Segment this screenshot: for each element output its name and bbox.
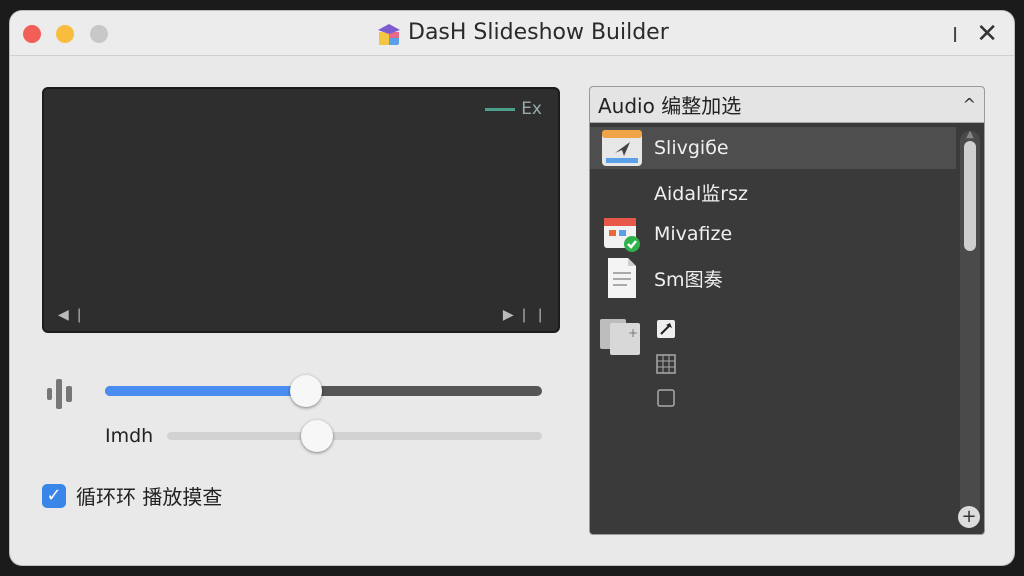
waveform-visualization	[47, 124, 557, 289]
volume-slider-fill	[105, 386, 307, 396]
close-window-button[interactable]	[23, 25, 41, 43]
waveform-legend: Ex	[485, 99, 542, 119]
audio-item[interactable]: Sm图奏	[590, 257, 956, 299]
audio-item-label: Slivgiбe	[654, 137, 729, 159]
add-audio-button[interactable]: +	[958, 506, 980, 528]
loop-label: 循环环 播放摸查	[76, 485, 223, 509]
scroll-up-icon[interactable]: ▲	[964, 129, 976, 140]
audio-item[interactable]: Mivafize	[590, 213, 956, 255]
folder-documents-icon: +	[600, 319, 640, 355]
audio-list-scrollbar[interactable]: ▲	[960, 129, 980, 517]
chevron-up-icon[interactable]: ^	[963, 95, 976, 114]
app-window: DasH Slideshow Builder I ✕ Ex ◀ ❘ ▶ ❘ ❘ …	[10, 11, 1014, 565]
audio-item[interactable]: Aidal监rsz	[590, 171, 956, 213]
titlebar: DasH Slideshow Builder I ✕	[10, 11, 1014, 56]
empty-square-icon[interactable]	[656, 388, 676, 408]
legend-line-icon	[485, 107, 516, 111]
grid-icon[interactable]	[656, 354, 676, 374]
volume-slider[interactable]	[105, 375, 542, 407]
play-icon[interactable]: ▶ ❘ ❘	[503, 307, 546, 323]
titlebar-separator: I	[952, 23, 958, 47]
scrollbar-thumb[interactable]	[964, 141, 976, 251]
arrow-box-icon[interactable]	[656, 319, 676, 339]
svg-text:+: +	[628, 326, 638, 340]
audio-panel: Audio 编整加选 ^ Slivgiбe Aidal监rsz Mivafize…	[589, 86, 985, 535]
secondary-slider[interactable]	[167, 420, 542, 452]
calendar-check-icon	[598, 213, 646, 255]
legend-label: Ex	[521, 99, 542, 119]
audio-item[interactable]: Slivgiбe	[590, 127, 956, 169]
secondary-slider-label: Imdh	[105, 425, 154, 447]
close-icon[interactable]: ✕	[976, 19, 998, 49]
minimize-window-button[interactable]	[56, 25, 74, 43]
audio-item-label: Sm图奏	[654, 268, 723, 291]
volume-slider-thumb[interactable]	[290, 375, 323, 407]
audio-panel-header[interactable]: Audio 编整加选 ^	[590, 87, 984, 123]
app-logo-icon	[378, 24, 400, 45]
send-icon	[598, 127, 646, 169]
secondary-slider-thumb[interactable]	[301, 420, 333, 452]
audio-item-label: Aidal监rsz	[654, 182, 748, 205]
zoom-window-button[interactable]	[90, 25, 108, 43]
loop-checkbox[interactable]: ✓	[42, 483, 66, 508]
audio-item-label: Mivafize	[654, 223, 733, 245]
waveform-panel[interactable]: Ex ◀ ❘ ▶ ❘ ❘	[42, 87, 560, 333]
window-title: DasH Slideshow Builder	[408, 20, 669, 45]
rewind-icon[interactable]: ◀ ❘	[58, 307, 85, 323]
document-icon	[598, 257, 646, 299]
audio-panel-title: Audio 编整加选	[598, 94, 742, 118]
loop-option[interactable]: ✓ 循环环 播放摸查	[42, 481, 222, 510]
volume-icon	[47, 379, 72, 409]
